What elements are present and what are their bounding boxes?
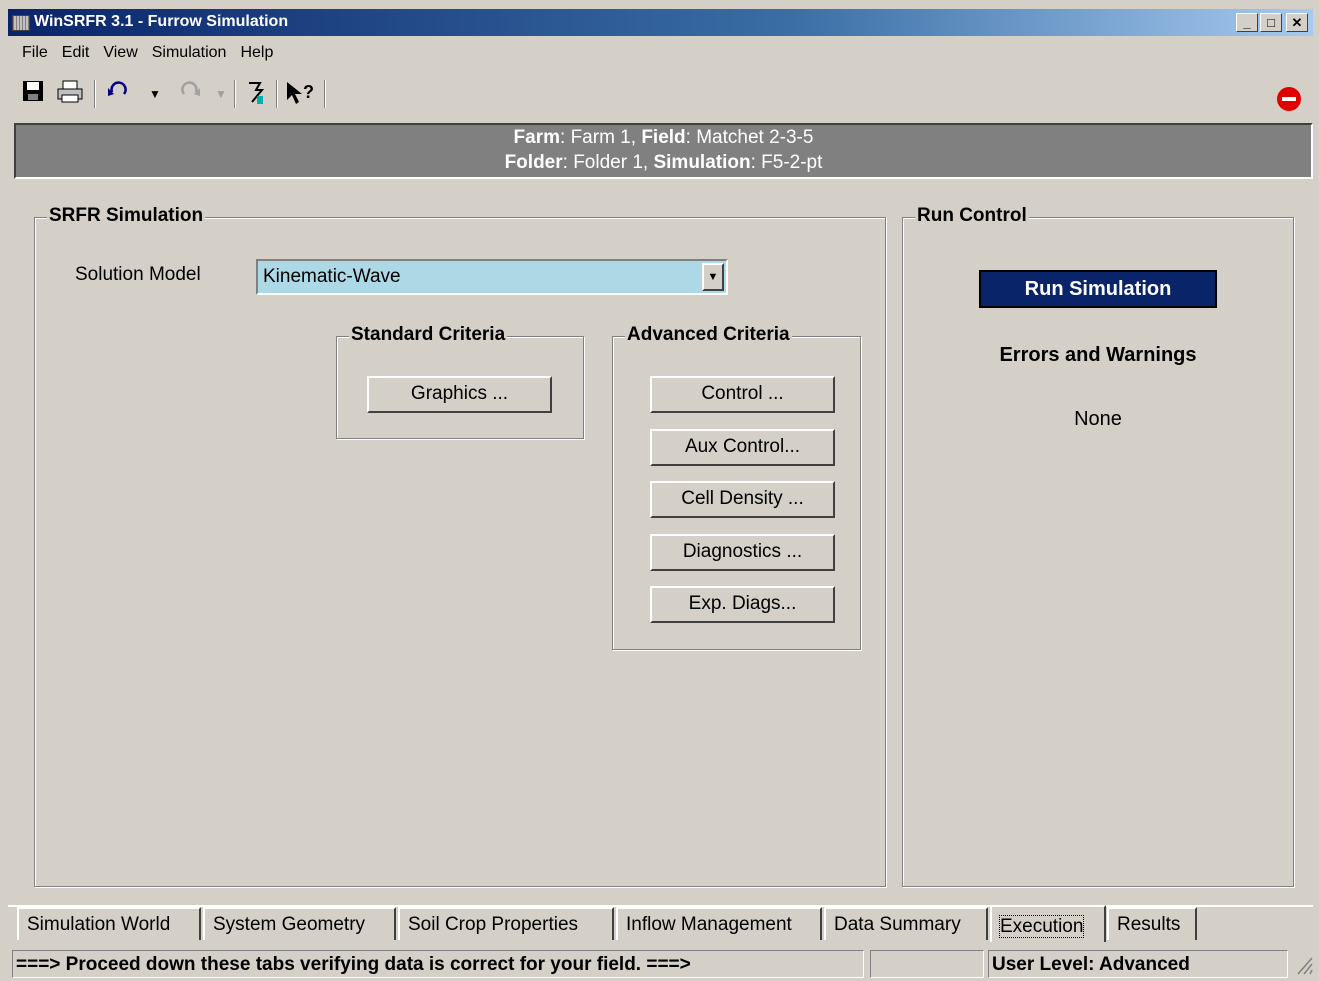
tab-inflow-management[interactable]: Inflow Management (616, 907, 822, 940)
solution-model-select[interactable]: Kinematic-Wave ▼ (256, 259, 728, 295)
tab-soil-crop-properties[interactable]: Soil Crop Properties (398, 907, 614, 940)
tab-label: Inflow Management (626, 914, 792, 935)
folder-value: Folder 1, (573, 152, 649, 173)
toolbar-separator (324, 80, 326, 108)
menu-simulation[interactable]: Simulation (152, 44, 227, 62)
redo-dropdown-icon[interactable]: ▼ (214, 80, 228, 108)
exp-diags-button[interactable]: Exp. Diags... (650, 586, 835, 623)
svg-text:?: ? (303, 82, 314, 102)
tab-label: Results (1117, 914, 1181, 935)
standard-criteria-title: Standard Criteria (349, 324, 508, 346)
simulation-value: F5-2-pt (761, 152, 823, 173)
undo-icon[interactable] (104, 80, 132, 108)
field-label: Field (641, 127, 686, 148)
errors-warnings-title: Errors and Warnings (999, 344, 1197, 366)
graphics-button[interactable]: Graphics ... (367, 376, 552, 413)
run-simulation-button[interactable]: Run Simulation (979, 270, 1217, 308)
advanced-criteria-title: Advanced Criteria (625, 324, 792, 346)
close-icon[interactable]: ✕ (1286, 13, 1308, 32)
toolbar-separator (234, 80, 236, 108)
tab-label: Data Summary (834, 914, 961, 935)
menu-help[interactable]: Help (240, 44, 273, 62)
toolbar: ▼ ▼ ? (8, 76, 1313, 114)
aux-control-button[interactable]: Aux Control... (650, 429, 835, 466)
run-control-group: Run Control (902, 205, 1294, 887)
print-icon[interactable] (56, 80, 84, 108)
farm-label: Farm (513, 127, 561, 148)
diagnostics-button[interactable]: Diagnostics ... (650, 534, 835, 571)
simulation-label: Simulation (653, 152, 751, 173)
redo-icon[interactable] (176, 80, 204, 108)
status-message: ===> Proceed down these tabs verifying d… (12, 950, 864, 978)
solution-model-value: Kinematic-Wave (263, 266, 401, 287)
title-bar[interactable]: WinSRFR 3.1 - Furrow Simulation _ □ ✕ (8, 9, 1313, 36)
menu-bar: File Edit View Simulation Help (8, 44, 287, 70)
solution-model-label: Solution Model (75, 264, 201, 285)
tab-label: System Geometry (213, 914, 366, 935)
tab-system-geometry[interactable]: System Geometry (203, 907, 396, 940)
status-panel-empty (870, 950, 984, 978)
window-title: WinSRFR 3.1 - Furrow Simulation (34, 13, 289, 30)
run-control-title: Run Control (915, 205, 1029, 227)
menu-edit[interactable]: Edit (62, 44, 90, 62)
save-icon[interactable] (20, 80, 46, 108)
menu-file[interactable]: File (8, 44, 48, 62)
tab-simulation-world[interactable]: Simulation World (17, 907, 201, 940)
tab-label: Execution (998, 915, 1085, 938)
srfr-simulation-title: SRFR Simulation (47, 205, 206, 227)
tab-label: Simulation World (27, 914, 171, 935)
toolbar-separator (94, 80, 96, 108)
info-header: Farm: Farm 1, Field: Matchet 2-3-5 Folde… (14, 123, 1313, 179)
errors-warnings-value: None (1074, 408, 1122, 430)
help-pointer-icon[interactable]: ? (284, 80, 318, 108)
farm-value: Farm 1, (570, 127, 637, 148)
tab-label: Soil Crop Properties (408, 914, 579, 935)
menu-view[interactable]: View (103, 44, 137, 62)
cell-density-button[interactable]: Cell Density ... (650, 481, 835, 518)
field-value: Matchet 2-3-5 (696, 127, 814, 148)
wizard-icon[interactable] (242, 80, 270, 108)
minimize-icon[interactable]: _ (1236, 13, 1258, 32)
undo-dropdown-icon[interactable]: ▼ (148, 80, 162, 108)
resize-grip-icon[interactable] (1292, 952, 1314, 976)
maximize-icon[interactable]: □ (1260, 13, 1282, 32)
stop-icon[interactable] (1276, 86, 1302, 114)
tab-execution[interactable]: Execution (990, 905, 1106, 942)
tab-data-summary[interactable]: Data Summary (824, 907, 988, 940)
chevron-down-icon[interactable]: ▼ (702, 263, 724, 291)
control-button[interactable]: Control ... (650, 376, 835, 413)
toolbar-separator (276, 80, 278, 108)
folder-label: Folder (504, 152, 563, 173)
tab-results[interactable]: Results (1107, 907, 1197, 940)
app-icon[interactable] (12, 15, 30, 31)
user-level: User Level: Advanced (988, 950, 1288, 978)
